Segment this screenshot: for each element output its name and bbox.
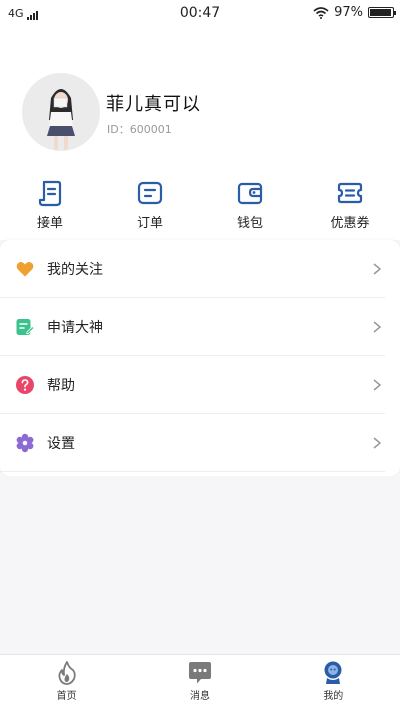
tab-home[interactable]: 首页 [0,655,133,711]
status-bar: 4G 00:47 97% [0,0,400,28]
bottom-tab-bar: 首页 消息 我的 [0,654,400,711]
wallet-button[interactable]: 钱包 [200,162,300,240]
menu-list: 我的关注 申请大神 帮助 设置 [0,240,400,476]
menu-label-help: 帮助 [47,378,75,394]
profile-header: 菲儿真可以 ID：600001 [0,28,400,162]
orders-icon [137,181,163,205]
help-icon [16,376,34,394]
menu-item-following[interactable]: 我的关注 [0,240,400,298]
menu-label-settings: 设置 [47,436,75,452]
tab-mine[interactable]: 我的 [267,655,400,711]
orders-label: 订单 [136,216,163,231]
message-icon [188,662,211,684]
wifi-icon [313,6,329,19]
gear-icon [16,433,34,453]
wallet-icon [237,182,263,205]
chevron-right-icon [373,437,382,449]
avatar[interactable] [22,73,100,151]
apply-edit-icon [16,319,35,335]
orders-button[interactable]: 订单 [100,162,200,240]
chevron-right-icon [373,379,382,391]
menu-item-apply-master[interactable]: 申请大神 [0,298,400,356]
chevron-right-icon [373,321,382,333]
battery-icon [368,7,396,18]
flame-icon [58,661,76,685]
username: 菲儿真可以 [106,94,201,115]
quick-actions: 接单 订单 钱包 优惠券 [0,162,400,240]
battery-level [370,9,392,16]
heart-icon [16,262,34,277]
avatar-photo [23,74,99,150]
accept-order-label: 接单 [36,216,63,231]
tab-messages[interactable]: 消息 [133,655,266,711]
coupon-icon [337,182,363,204]
user-id: ID：600001 [107,123,172,136]
coupon-button[interactable]: 优惠券 [300,162,400,240]
profile-icon [324,661,342,684]
menu-label-apply-master: 申请大神 [47,320,103,336]
menu-label-following: 我的关注 [47,262,103,278]
chevron-right-icon [373,263,382,275]
order-accept-icon [38,180,62,207]
menu-item-help[interactable]: 帮助 [0,356,400,414]
wallet-label: 钱包 [236,216,263,231]
tab-label-messages: 消息 [189,691,210,702]
battery-percent: 97% [334,5,363,20]
coupon-label: 优惠券 [330,216,370,231]
menu-item-settings[interactable]: 设置 [0,414,400,472]
tab-label-mine: 我的 [323,691,344,702]
tab-label-home: 首页 [56,691,77,702]
accept-order-button[interactable]: 接单 [0,162,100,240]
